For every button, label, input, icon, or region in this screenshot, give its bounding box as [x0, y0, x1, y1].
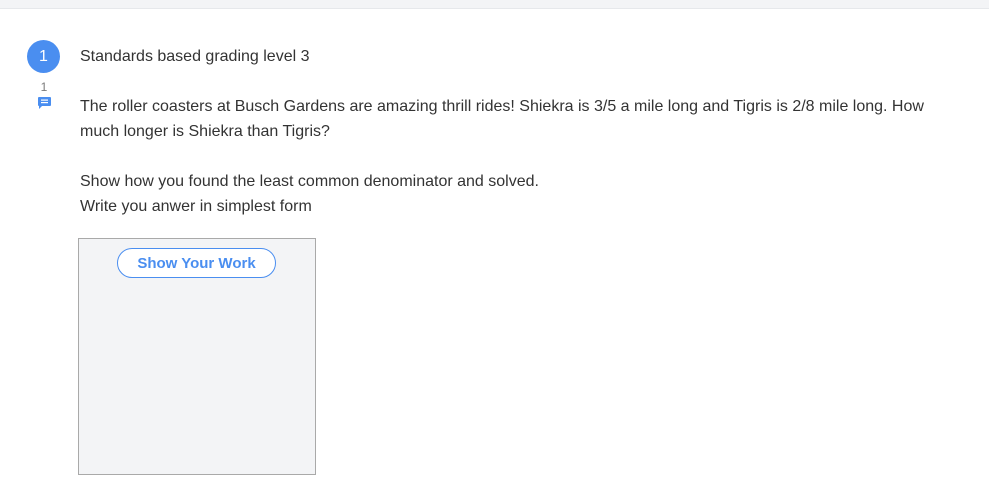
comment-icon[interactable] — [38, 97, 51, 109]
instruction-line: Write you anwer in simplest form — [80, 198, 312, 215]
question-content: Standards based grading level 3 The roll… — [80, 44, 940, 219]
question-title: Standards based grading level 3 — [80, 48, 310, 65]
comment-count: 1 — [40, 80, 48, 94]
instruction-line: Show how you found the least common deno… — [80, 173, 539, 190]
show-your-work-button[interactable]: Show Your Work — [117, 248, 276, 278]
show-work-area[interactable]: Show Your Work — [78, 238, 316, 475]
question-prompt: The roller coasters at Busch Gardens are… — [80, 98, 924, 140]
top-bar — [0, 0, 989, 9]
question-number-badge: 1 — [27, 40, 60, 73]
